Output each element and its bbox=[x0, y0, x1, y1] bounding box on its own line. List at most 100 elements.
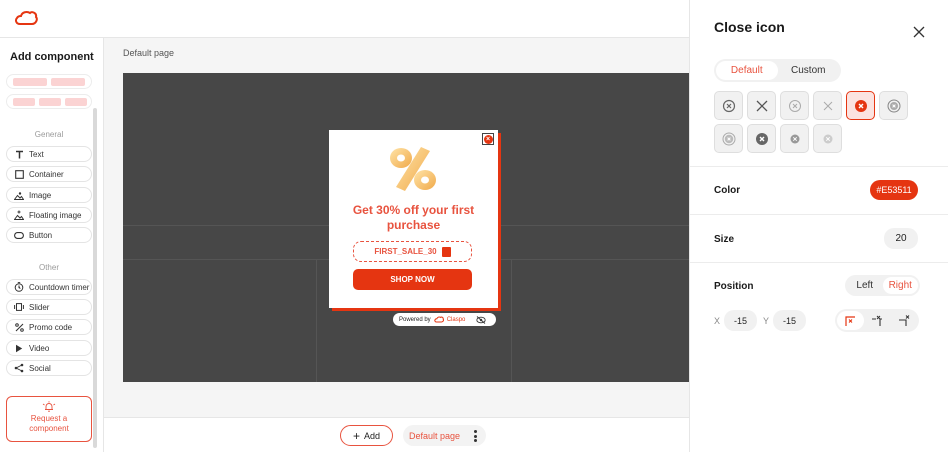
top-bar bbox=[0, 0, 689, 38]
close-style-circle-double-icon[interactable] bbox=[879, 91, 908, 120]
promo-code-box[interactable]: FIRST_SALE_30 bbox=[353, 241, 472, 262]
page-selector-label: Default page bbox=[409, 430, 461, 441]
sidebar-item-label: Social bbox=[29, 363, 51, 373]
sidebar-item-label: Button bbox=[29, 230, 53, 240]
component-sidebar: Add component General Text Container Ima… bbox=[0, 38, 104, 452]
kebab-menu-icon[interactable] bbox=[474, 430, 477, 442]
sidebar-item-label: Text bbox=[29, 149, 44, 159]
sidebar-item-text[interactable]: Text bbox=[6, 146, 92, 162]
x-offset-input[interactable]: -15 bbox=[724, 310, 757, 331]
other-section-label: Other bbox=[38, 263, 59, 272]
powered-by-text: Powered by bbox=[399, 316, 431, 323]
close-style-circle-outline-icon[interactable] bbox=[714, 91, 743, 120]
sidebar-item-container[interactable]: Container bbox=[6, 166, 92, 182]
canvas-guide-line bbox=[511, 259, 512, 382]
claspo-logo-icon[interactable] bbox=[14, 10, 38, 26]
sidebar-item-label: Countdown timer bbox=[29, 282, 90, 292]
sidebar-item-button[interactable]: Button bbox=[6, 227, 92, 243]
sidebar-item-label: Image bbox=[29, 190, 52, 200]
close-style-cross-thin-icon[interactable] bbox=[813, 91, 842, 120]
color-label: Color bbox=[714, 185, 741, 196]
square-icon bbox=[14, 169, 24, 179]
claspo-mini-logo-icon bbox=[434, 316, 444, 323]
size-label: Size bbox=[714, 234, 735, 245]
close-style-small-grey-icon[interactable] bbox=[780, 124, 809, 153]
sidebar-item-countdown-timer[interactable]: Countdown timer bbox=[6, 279, 92, 295]
floating-image-icon bbox=[14, 210, 24, 220]
close-icon[interactable] bbox=[912, 25, 926, 39]
tab-default[interactable]: Default bbox=[716, 61, 778, 80]
sidebar-item-label: Promo code bbox=[29, 322, 73, 332]
popup-close-icon[interactable]: × bbox=[482, 133, 494, 145]
request-component-label: Request a component bbox=[29, 414, 69, 433]
divider bbox=[690, 214, 948, 215]
website-canvas[interactable]: × Get 30% off your first purchase FIRST_… bbox=[123, 73, 689, 382]
workspace: Default page × Get 30% off your first pu… bbox=[104, 38, 689, 417]
sidebar-item-image[interactable]: Image bbox=[6, 187, 92, 203]
percent-graphic bbox=[390, 147, 436, 191]
close-style-small-light-icon[interactable] bbox=[813, 124, 842, 153]
x-offset-label: X bbox=[714, 316, 721, 326]
general-section-label: General bbox=[34, 130, 64, 139]
bell-icon bbox=[42, 401, 56, 412]
align-inside-corner-icon[interactable] bbox=[890, 311, 917, 330]
close-style-circle-grey-icon[interactable] bbox=[714, 124, 743, 153]
close-style-circle-thin-icon[interactable] bbox=[780, 91, 809, 120]
y-offset-input[interactable]: -15 bbox=[773, 310, 806, 331]
position-toggle: Left Right bbox=[845, 275, 920, 296]
percent-icon bbox=[14, 322, 24, 332]
sidebar-item-label: Slider bbox=[29, 302, 50, 312]
sidebar-item-label: Container bbox=[29, 169, 64, 179]
size-input[interactable]: 20 bbox=[884, 228, 918, 249]
sidebar-item-promo-code[interactable]: Promo code bbox=[6, 319, 92, 335]
shop-now-button[interactable]: SHOP NOW bbox=[353, 269, 472, 290]
align-edge-icon[interactable] bbox=[864, 311, 891, 330]
position-left-option[interactable]: Left bbox=[847, 277, 883, 294]
text-icon bbox=[14, 149, 24, 159]
position-label: Position bbox=[714, 281, 754, 292]
close-alignment-group bbox=[835, 309, 919, 332]
eye-off-icon[interactable] bbox=[476, 315, 487, 324]
sidebar-item-label: Floating image bbox=[29, 210, 82, 220]
close-style-cross-icon[interactable] bbox=[747, 91, 776, 120]
color-picker[interactable]: #E53511 bbox=[870, 180, 918, 200]
tab-custom[interactable]: Custom bbox=[778, 61, 840, 80]
bottom-bar: + Add Default page bbox=[104, 417, 689, 452]
page-selector[interactable]: Default page bbox=[403, 425, 486, 446]
panel-title: Close icon bbox=[714, 19, 785, 35]
sidebar-item-floating-image[interactable]: Floating image bbox=[6, 207, 92, 223]
sidebar-item-slider[interactable]: Slider bbox=[6, 299, 92, 315]
copy-icon[interactable] bbox=[441, 246, 451, 257]
popup-headline: Get 30% off your first purchase bbox=[352, 203, 475, 232]
plus-icon: + bbox=[352, 428, 360, 443]
add-page-button[interactable]: + Add bbox=[340, 425, 393, 446]
promo-code-text: FIRST_SALE_30 bbox=[374, 247, 437, 256]
close-style-circle-filled-red-icon[interactable] bbox=[846, 91, 875, 120]
timer-icon bbox=[14, 282, 24, 292]
canvas-guide-line bbox=[316, 259, 317, 382]
sidebar-item-label: Video bbox=[29, 343, 50, 353]
add-page-label: Add bbox=[364, 430, 381, 441]
position-right-option[interactable]: Right bbox=[882, 277, 918, 294]
editor-app: Add component General Text Container Ima… bbox=[0, 0, 948, 452]
slider-icon bbox=[14, 302, 24, 312]
button-icon bbox=[14, 230, 24, 240]
preset-layout-1[interactable] bbox=[6, 74, 92, 89]
share-icon bbox=[14, 363, 24, 373]
align-outside-corner-icon[interactable] bbox=[837, 311, 864, 330]
sidebar-scrollbar[interactable] bbox=[93, 108, 97, 448]
y-offset-label: Y bbox=[763, 316, 770, 326]
sidebar-item-video[interactable]: Video bbox=[6, 340, 92, 356]
sidebar-title: Add component bbox=[10, 51, 94, 63]
divider bbox=[690, 166, 948, 167]
sidebar-item-social[interactable]: Social bbox=[6, 360, 92, 376]
request-component-button[interactable]: Request a component bbox=[6, 396, 92, 442]
play-icon bbox=[14, 343, 24, 353]
close-style-circle-dark-icon[interactable] bbox=[747, 124, 776, 153]
powered-by-badge: Powered by Claspo bbox=[393, 313, 496, 326]
popup-preview[interactable]: × Get 30% off your first purchase FIRST_… bbox=[329, 130, 498, 308]
icon-source-toggle: Default Custom bbox=[714, 59, 841, 82]
image-icon bbox=[14, 190, 24, 200]
page-label: Default page bbox=[123, 48, 175, 58]
preset-layout-2[interactable] bbox=[6, 94, 92, 109]
